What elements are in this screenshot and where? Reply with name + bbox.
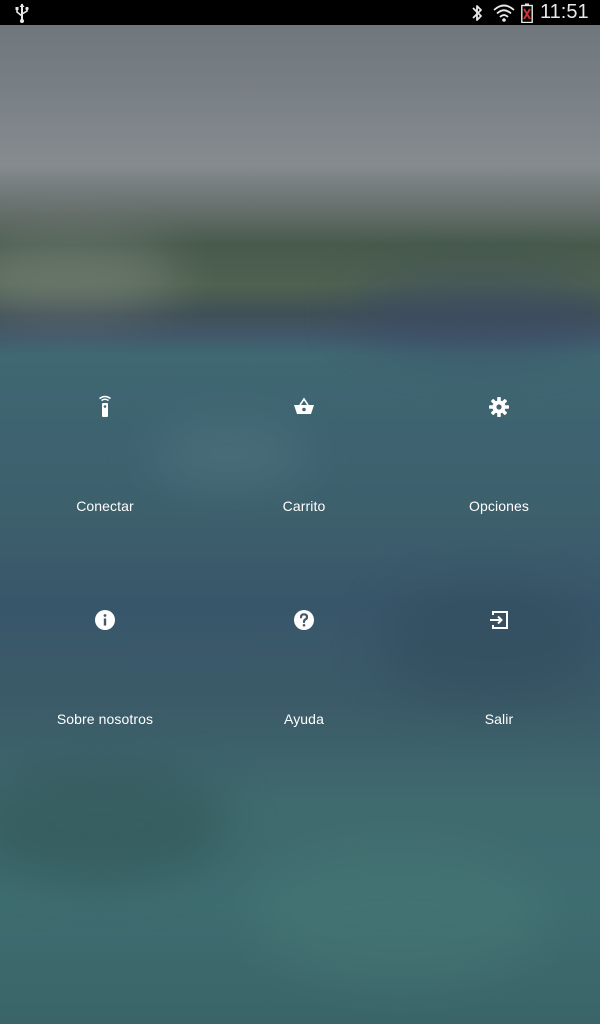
- menu-item-salir[interactable]: Salir: [398, 578, 600, 791]
- remote-icon: [93, 395, 117, 419]
- main-menu-grid: Conectar Carrito Opciones Sobre nosotros…: [0, 365, 600, 791]
- help-icon: [292, 608, 316, 632]
- menu-row: Sobre nosotros Ayuda Salir: [0, 578, 600, 791]
- menu-label: Carrito: [282, 498, 326, 514]
- basket-icon: [292, 395, 316, 419]
- menu-item-sobre-nosotros[interactable]: Sobre nosotros: [0, 578, 210, 791]
- info-icon: [93, 608, 117, 632]
- usb-icon: [12, 2, 32, 23]
- battery-icon: [520, 2, 534, 23]
- menu-label: Opciones: [469, 498, 529, 514]
- menu-item-carrito[interactable]: Carrito: [210, 365, 398, 578]
- menu-item-conectar[interactable]: Conectar: [0, 365, 210, 578]
- status-time: 11:51: [540, 1, 589, 23]
- menu-label: Sobre nosotros: [56, 711, 154, 727]
- menu-label: Salir: [484, 711, 514, 727]
- status-bar: 11:51: [0, 0, 600, 25]
- menu-label: Ayuda: [284, 711, 324, 727]
- menu-item-opciones[interactable]: Opciones: [398, 365, 600, 578]
- menu-item-ayuda[interactable]: Ayuda: [210, 578, 398, 791]
- exit-icon: [487, 608, 511, 632]
- menu-row: Conectar Carrito Opciones: [0, 365, 600, 578]
- bluetooth-icon: [468, 2, 486, 23]
- wifi-icon: [492, 2, 516, 23]
- gear-icon: [487, 395, 511, 419]
- menu-label: Conectar: [76, 498, 134, 514]
